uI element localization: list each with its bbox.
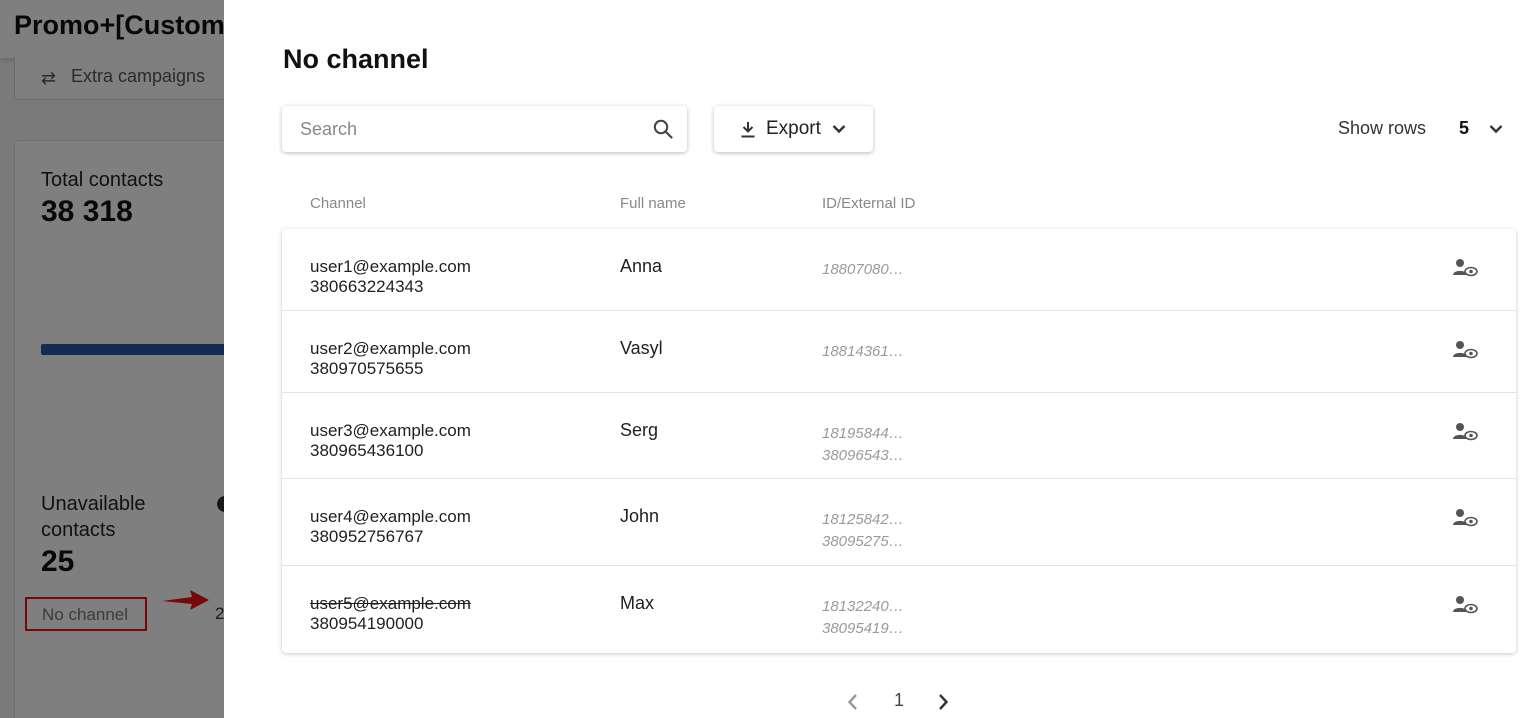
id-text: 18125842…	[822, 511, 904, 528]
contacts-table: user1@example.com 380663224343 Anna 1880…	[282, 229, 1516, 653]
table-row: user4@example.com 380952756767 John 1812…	[282, 479, 1516, 566]
external-id-text: 38095275…	[822, 533, 904, 550]
full-name-cell: Serg	[620, 420, 659, 440]
external-id-text: 38095419…	[822, 620, 904, 637]
full-name-cell: Anna	[620, 256, 663, 276]
export-label: Export	[766, 118, 821, 139]
table-row: user2@example.com 380970575655 Vasyl 188…	[282, 311, 1516, 393]
phone-text: 380970575655	[310, 359, 424, 378]
channel-cell: user1@example.com 380663224343	[310, 257, 471, 297]
show-rows-value: 5	[1459, 118, 1470, 138]
search-input[interactable]	[300, 116, 640, 142]
phone-text: 380663224343	[310, 277, 424, 296]
phone-text: 380954190000	[310, 614, 424, 633]
table-row: user1@example.com 380663224343 Anna 1880…	[282, 229, 1516, 311]
pagination-page[interactable]: 1	[894, 690, 904, 711]
column-header-channel: Channel	[310, 195, 366, 212]
channel-cell: user2@example.com 380970575655	[310, 339, 471, 379]
email-text: user4@example.com	[310, 507, 471, 526]
column-header-full-name: Full name	[620, 195, 686, 212]
drawer-title: No channel	[283, 44, 429, 74]
view-contact-icon[interactable]	[1452, 595, 1478, 615]
no-channel-drawer: No channel Export Show rows 5 Channel Fu…	[224, 0, 1527, 718]
id-text: 18814361…	[822, 343, 904, 360]
pagination-prev-icon[interactable]	[846, 693, 860, 711]
search-icon[interactable]	[653, 119, 673, 139]
export-button[interactable]: Export	[714, 106, 873, 152]
channel-cell: user5@example.com 380954190000	[310, 594, 471, 634]
show-rows-select[interactable]: 5	[1449, 112, 1513, 146]
pagination-next-icon[interactable]	[936, 693, 950, 711]
id-cell: 18125842… 38095275…	[822, 509, 904, 553]
email-text: user3@example.com	[310, 421, 471, 440]
id-cell: 18195844… 38096543…	[822, 423, 904, 467]
chevron-down-icon	[832, 125, 846, 134]
id-text: 18807080…	[822, 261, 904, 278]
id-cell: 18132240… 38095419…	[822, 596, 904, 640]
phone-text: 380952756767	[310, 527, 424, 546]
full-name-cell: Max	[620, 593, 655, 613]
id-cell: 18807080…	[822, 259, 904, 281]
view-contact-icon[interactable]	[1452, 258, 1478, 278]
external-id-text: 38096543…	[822, 447, 904, 464]
channel-cell: user3@example.com 380965436100	[310, 421, 471, 461]
table-row: user3@example.com 380965436100 Serg 1819…	[282, 393, 1516, 479]
id-cell: 18814361…	[822, 341, 904, 363]
view-contact-icon[interactable]	[1452, 422, 1478, 442]
id-text: 18195844…	[822, 425, 904, 442]
view-contact-icon[interactable]	[1452, 340, 1478, 360]
show-rows-label: Show rows	[1338, 118, 1427, 138]
chevron-down-icon	[1489, 125, 1503, 134]
phone-text: 380965436100	[310, 441, 424, 460]
email-text: user5@example.com	[310, 594, 471, 613]
column-header-id: ID/External ID	[822, 195, 916, 212]
table-row: user5@example.com 380954190000 Max 18132…	[282, 566, 1516, 653]
email-text: user1@example.com	[310, 257, 471, 276]
full-name-cell: John	[620, 506, 660, 526]
email-text: user2@example.com	[310, 339, 471, 358]
download-icon	[741, 122, 755, 138]
view-contact-icon[interactable]	[1452, 508, 1478, 528]
id-text: 18132240…	[822, 598, 904, 615]
search-box	[282, 106, 687, 152]
full-name-cell: Vasyl	[620, 338, 663, 358]
channel-cell: user4@example.com 380952756767	[310, 507, 471, 547]
